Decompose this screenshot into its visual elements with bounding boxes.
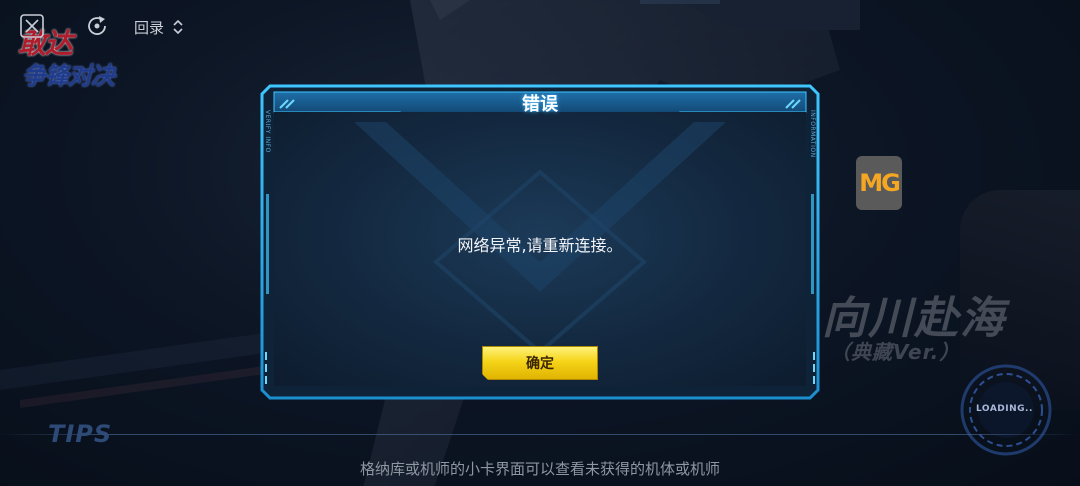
- background-event-subtitle: （典藏Ver.）: [830, 340, 961, 364]
- mg-floating-badge[interactable]: MG: [856, 156, 902, 210]
- dialog-side-text-left: VERIFY INFO: [264, 110, 271, 153]
- dialog-title: 错误: [522, 94, 558, 115]
- confirm-button[interactable]: 确定: [482, 346, 598, 380]
- record-button[interactable]: 回录: [134, 16, 184, 38]
- badge-g: G: [881, 169, 901, 197]
- record-label: 回录: [134, 18, 165, 37]
- close-icon[interactable]: [20, 14, 44, 38]
- dialog-side-text-right: INFORMATION: [809, 110, 816, 158]
- chevron-updown-icon: [173, 19, 183, 35]
- error-dialog: VERIFY INFO INFORMATION 错误 网络异常,请重新连接。 确…: [260, 84, 820, 400]
- tips-divider: [0, 434, 1080, 435]
- refresh-icon[interactable]: [84, 13, 110, 39]
- game-logo-line2: 争锋对决: [22, 62, 115, 90]
- dialog-message: 网络异常,请重新连接。: [457, 236, 623, 255]
- badge-m: M: [859, 169, 883, 197]
- loading-label: LOADING..: [976, 404, 1033, 414]
- tips-label: TIPS: [48, 420, 113, 448]
- tips-text: 格纳库或机师的小卡界面可以查看未获得的机体或机师: [359, 460, 720, 478]
